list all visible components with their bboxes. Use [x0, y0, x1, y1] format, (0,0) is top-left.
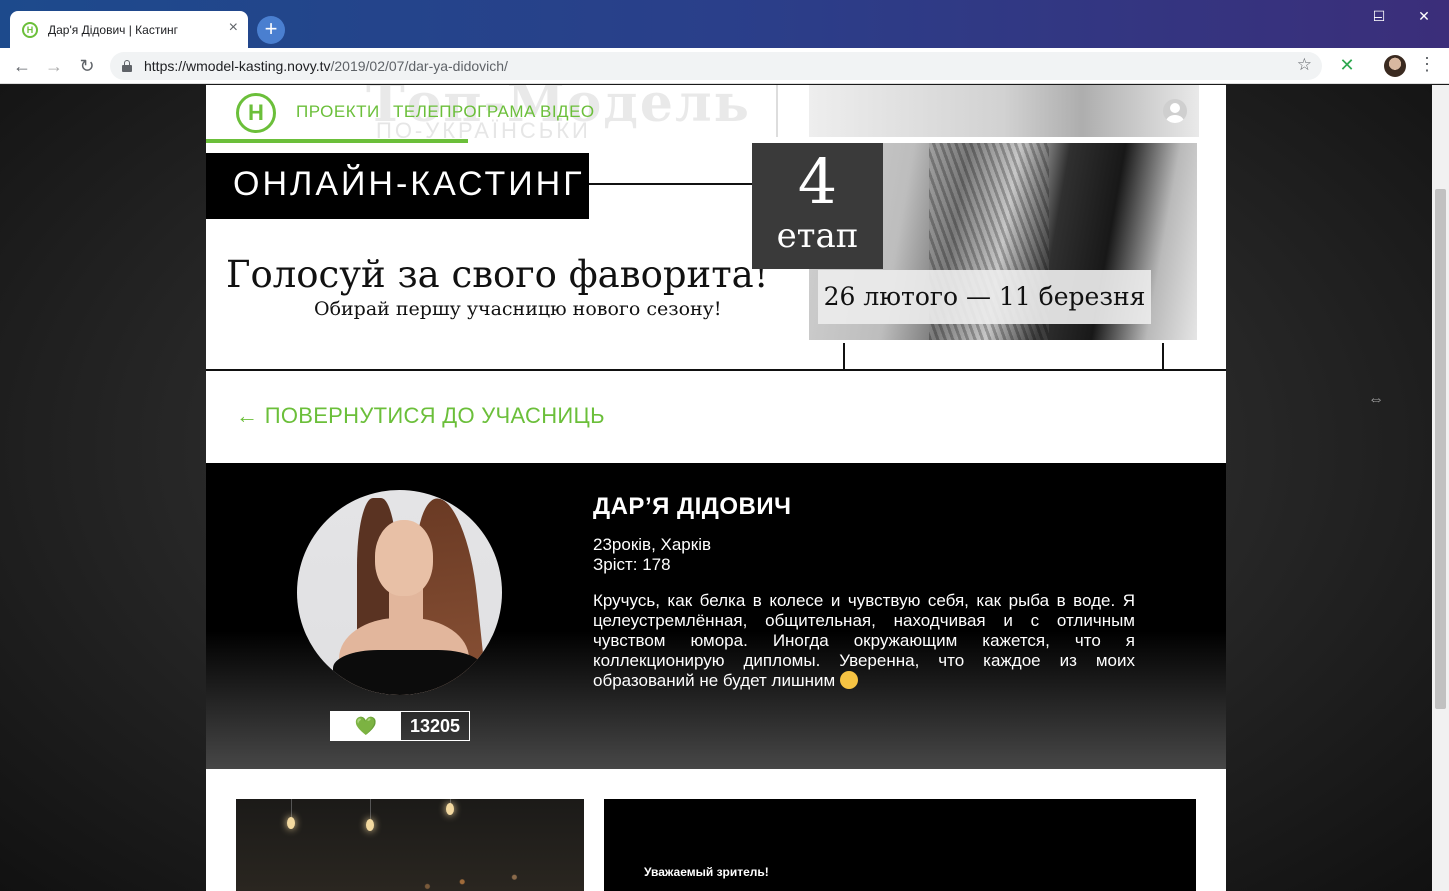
nav-item-tv-program[interactable]: ТЕЛЕПРОГРАМА [393, 102, 536, 122]
participant-photo [297, 490, 502, 695]
novy-logo-icon[interactable]: Н [236, 93, 276, 133]
browser-menu-icon[interactable]: ⋮ [1418, 54, 1436, 75]
vote-heart-button[interactable]: 💚 [331, 712, 401, 740]
url-path: /2019/02/07/dar-ya-didovich/ [330, 58, 508, 74]
participant-bio-text: Кручусь, как белка в колесе и чувствую с… [593, 591, 1135, 690]
browser-tab[interactable]: Н Дар'я Дідович | Кастинг × [10, 11, 248, 48]
tab-title: Дар'я Дідович | Кастинг [48, 22, 179, 37]
stage-dates: 26 лютого — 11 березня [818, 270, 1151, 324]
scrollbar-thumb[interactable] [1435, 189, 1446, 709]
browser-titlebar: Н Дар'я Дідович | Кастинг × + – ✕ ☐ [0, 0, 1449, 48]
bookmark-star-icon[interactable]: ☆ [1297, 55, 1312, 75]
tab-close-icon[interactable]: × [229, 20, 238, 36]
participant-details: 23років, Харків Зріст: 178 [593, 535, 711, 575]
participant-bio: Кручусь, как белка в колесе и чувствую с… [593, 591, 1135, 691]
participant-name: ДАР’Я ДІДОВИЧ [593, 493, 792, 520]
stage-word: етап [776, 216, 859, 256]
header-background-photo [809, 85, 1199, 137]
nav-item-video[interactable]: ВІДЕО [540, 102, 595, 122]
stage-badge: 4 етап [752, 143, 883, 269]
casting-banner: ОНЛАЙН-КАСТИНГ Голосуй за свого фаворита… [206, 143, 1226, 371]
url-host: https://wmodel-kasting.novy.tv [144, 58, 331, 74]
address-bar[interactable]: https://wmodel-kasting.novy.tv/2019/02/0… [110, 52, 1322, 80]
stage-number: 4 [797, 145, 838, 218]
banner-rule-vertical-2 [1162, 343, 1164, 371]
participant-height: Зріст: 178 [593, 555, 671, 574]
back-to-participants-link[interactable]: ← ПОВЕРНУТИСЯ ДО УЧАСНИЦЬ [236, 403, 605, 429]
banner-subline: Обирай першу учасницю нового сезону! [314, 298, 722, 320]
banner-rule-top [586, 183, 756, 185]
user-account-icon[interactable] [1163, 99, 1187, 123]
forward-arrow-icon[interactable]: → [42, 54, 66, 78]
banner-headline: Голосуй за свого фаворита! [226, 253, 769, 296]
online-casting-label: ОНЛАЙН-КАСТИНГ [206, 153, 589, 219]
lock-icon [122, 60, 132, 72]
extension-icon[interactable]: ✕ [1336, 55, 1358, 77]
video-notice-card: Уважаемый зритель! [604, 799, 1196, 891]
site-container: Топ-Модель ПО-УКРАЇНСЬКИ Н ПРОЕКТИ ТЕЛЕП… [206, 85, 1226, 891]
header-divider [776, 85, 778, 137]
site-favicon-icon: Н [22, 21, 38, 38]
back-arrow-icon[interactable]: ← [10, 54, 34, 78]
banner-rule-vertical-1 [843, 343, 845, 371]
participant-profile: 💚 13205 ДАР’Я ДІДОВИЧ 23років, Харків Зр… [206, 463, 1226, 769]
page-scrollbar[interactable] [1432, 85, 1449, 891]
page-viewport: Топ-Модель ПО-УКРАЇНСЬКИ Н ПРОЕКТИ ТЕЛЕП… [0, 85, 1432, 891]
vote-widget: 💚 13205 [330, 711, 470, 741]
banner-rule-bottom [206, 369, 1226, 371]
notice-text: Уважаемый зритель! [644, 865, 769, 879]
nav-item-projects[interactable]: ПРОЕКТИ [296, 102, 380, 122]
browser-toolbar: ← → ↻ https://wmodel-kasting.novy.tv/201… [0, 48, 1449, 84]
maximize-button[interactable]: ☐ [1356, 4, 1402, 28]
url-text[interactable]: https://wmodel-kasting.novy.tv/2019/02/0… [144, 58, 508, 74]
new-tab-button[interactable]: + [257, 16, 285, 44]
gallery-photo-card[interactable] [236, 799, 584, 891]
vote-count: 13205 [409, 716, 461, 736]
smile-emoji-icon [839, 671, 858, 689]
site-header: Топ-Модель ПО-УКРАЇНСЬКИ Н ПРОЕКТИ ТЕЛЕП… [206, 85, 1226, 143]
participant-age-city: 23років, Харків [593, 535, 712, 554]
scroll-cursor-icon: ⇔ [1368, 391, 1384, 408]
reload-icon[interactable]: ↻ [75, 54, 99, 78]
close-window-button[interactable]: ✕ [1401, 4, 1447, 28]
profile-avatar[interactable] [1384, 55, 1406, 77]
